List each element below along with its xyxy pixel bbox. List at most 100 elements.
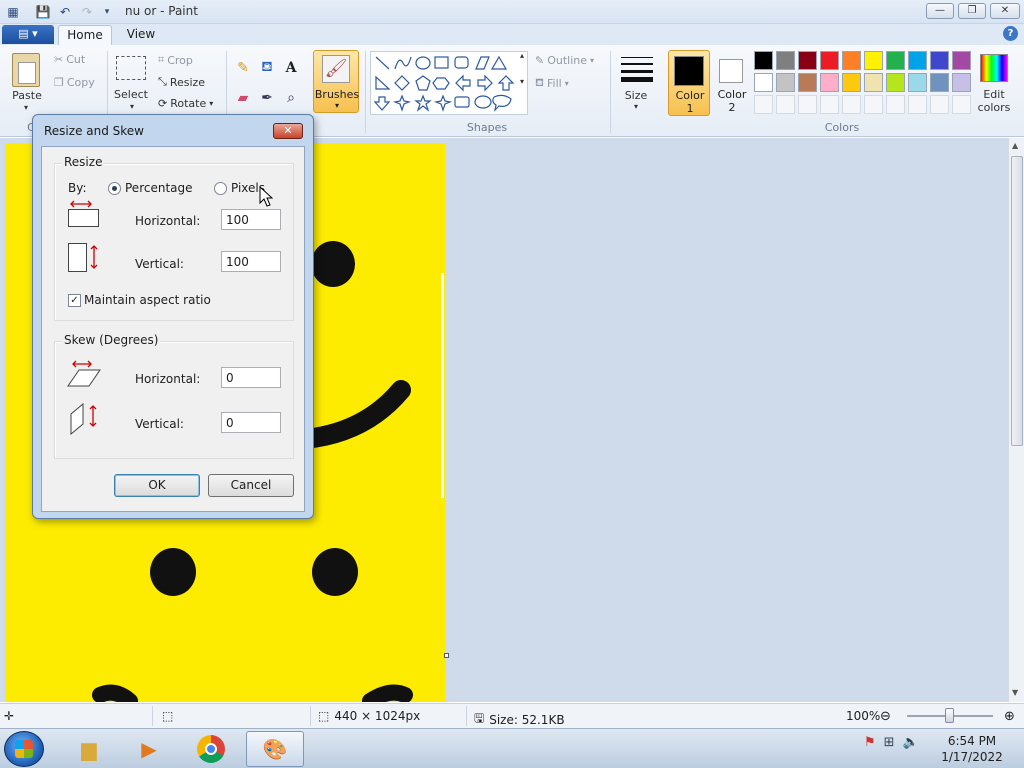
size-icon[interactable] [621,55,653,83]
palette-swatch[interactable] [820,73,839,92]
fill-bucket-icon[interactable]: ⛾ [256,57,278,78]
save-icon[interactable]: 💾 [34,3,52,20]
palette-swatch[interactable] [798,95,817,114]
select-icon[interactable] [116,56,146,80]
palette-swatch[interactable] [886,51,905,70]
shapes-gallery[interactable] [370,51,528,115]
scroll-down-icon[interactable]: ▼ [1012,688,1018,697]
tab-view[interactable]: View [118,25,164,45]
vertical-scrollbar[interactable]: ▲ ▼ [1008,138,1024,702]
copy-button[interactable]: ❐ Copy [54,76,95,89]
palette-swatch[interactable] [776,95,795,114]
percentage-radio[interactable] [108,182,121,195]
palette-swatch[interactable] [886,95,905,114]
palette-swatch[interactable] [842,95,861,114]
palette-swatch[interactable] [952,51,971,70]
palette-swatch[interactable] [908,51,927,70]
color2-button[interactable]: Color 2 [713,50,751,116]
network-icon[interactable]: ⊞ [884,735,895,750]
shapes-scroll-up-icon[interactable]: ▴ [517,51,527,60]
help-icon[interactable]: ? [1003,26,1018,41]
cut-button[interactable]: ✂ Cut [54,53,85,66]
edit-colors-button[interactable]: Edit colors [972,88,1016,114]
maintain-aspect-label[interactable]: Maintain aspect ratio [84,293,211,307]
redo-icon[interactable]: ↷ [78,3,96,20]
palette-swatch[interactable] [952,95,971,114]
text-tool-icon[interactable]: A [280,57,302,78]
resize-horizontal-input[interactable] [221,209,281,230]
canvas-resize-handle[interactable] [444,653,449,658]
crop-button[interactable]: ⌗ Crop [158,53,193,67]
zoom-in-icon[interactable]: ⊕ [1004,709,1015,724]
select-button[interactable]: Select [110,88,152,101]
scroll-up-icon[interactable]: ▲ [1012,141,1018,150]
system-clock[interactable]: 6:54 PM 1/17/2022 [930,733,1014,765]
palette-swatch[interactable] [930,73,949,92]
paint-app-icon[interactable]: ▦ [4,3,22,20]
paint-menu-button[interactable]: ▤ ▾ [2,25,54,44]
palette-swatch[interactable] [754,95,773,114]
action-center-flag-icon[interactable]: ⚑ [864,735,876,750]
maximize-button[interactable]: ❐ [958,3,986,19]
paint-taskbar-button[interactable]: 🎨 [246,731,304,767]
palette-swatch[interactable] [776,51,795,70]
palette-swatch[interactable] [798,51,817,70]
zoom-slider-thumb[interactable] [945,708,954,723]
paste-button[interactable]: Paste [8,89,46,102]
color-picker-icon[interactable]: ✒ [256,87,278,108]
shapes-icons[interactable] [373,53,523,115]
select-dropdown-icon[interactable]: ▾ [124,102,140,111]
paste-icon[interactable] [12,53,40,87]
paste-dropdown-icon[interactable]: ▾ [18,103,34,112]
pixels-radio[interactable] [214,182,227,195]
size-dropdown-icon[interactable]: ▾ [628,102,644,111]
cancel-button[interactable]: Cancel [208,474,294,497]
pencil-icon[interactable]: ✎ [232,57,254,78]
skew-vertical-input[interactable] [221,412,281,433]
fill-button[interactable]: ⛾ Fill ▾ [535,76,569,91]
palette-swatch[interactable] [842,73,861,92]
ok-button[interactable]: OK [114,474,200,497]
eraser-icon[interactable]: ▰ [232,87,254,108]
close-window-button[interactable]: ✕ [990,3,1020,19]
size-button[interactable]: Size [618,89,654,102]
color1-button[interactable]: Color 1 [668,50,710,116]
palette-swatch[interactable] [820,95,839,114]
maintain-aspect-checkbox[interactable]: ✓ [68,294,81,307]
media-player-taskbar-button[interactable]: ▶ [120,731,178,767]
start-button[interactable] [4,731,44,767]
palette-swatch[interactable] [864,51,883,70]
palette-swatch[interactable] [864,73,883,92]
brushes-button[interactable]: 🖌 Brushes ▾ [313,50,359,113]
resize-button[interactable]: ⤡ Resize [158,75,205,89]
palette-swatch[interactable] [776,73,795,92]
undo-icon[interactable]: ↶ [56,3,74,20]
skew-horizontal-input[interactable] [221,367,281,388]
dialog-close-button[interactable]: ✕ [273,123,303,139]
volume-icon[interactable]: 🔈 [903,735,919,750]
magnifier-icon[interactable]: ⌕ [280,87,302,108]
shapes-scroll-down-icon[interactable]: ▾ [517,77,527,86]
outline-button[interactable]: ✎ Outline ▾ [535,54,594,67]
palette-swatch[interactable] [754,51,773,70]
palette-swatch[interactable] [952,73,971,92]
palette-swatch[interactable] [908,73,927,92]
palette-swatch[interactable] [908,95,927,114]
palette-swatch[interactable] [930,51,949,70]
palette-swatch[interactable] [798,73,817,92]
tab-home[interactable]: Home [58,25,112,45]
palette-swatch[interactable] [886,73,905,92]
percentage-label[interactable]: Percentage [125,181,193,195]
scrollbar-thumb[interactable] [1011,156,1023,446]
zoom-out-icon[interactable]: ⊖ [880,709,891,724]
rainbow-palette-icon[interactable] [980,54,1008,82]
chrome-taskbar-button[interactable] [182,731,240,767]
resize-vertical-input[interactable] [221,251,281,272]
rotate-button[interactable]: ⟳ Rotate ▾ [158,97,213,110]
explorer-taskbar-button[interactable]: ▆ [60,731,118,767]
palette-swatch[interactable] [820,51,839,70]
qat-customize-icon[interactable]: ▾ [98,3,116,20]
palette-swatch[interactable] [864,95,883,114]
palette-swatch[interactable] [930,95,949,114]
minimize-button[interactable]: — [926,3,954,19]
